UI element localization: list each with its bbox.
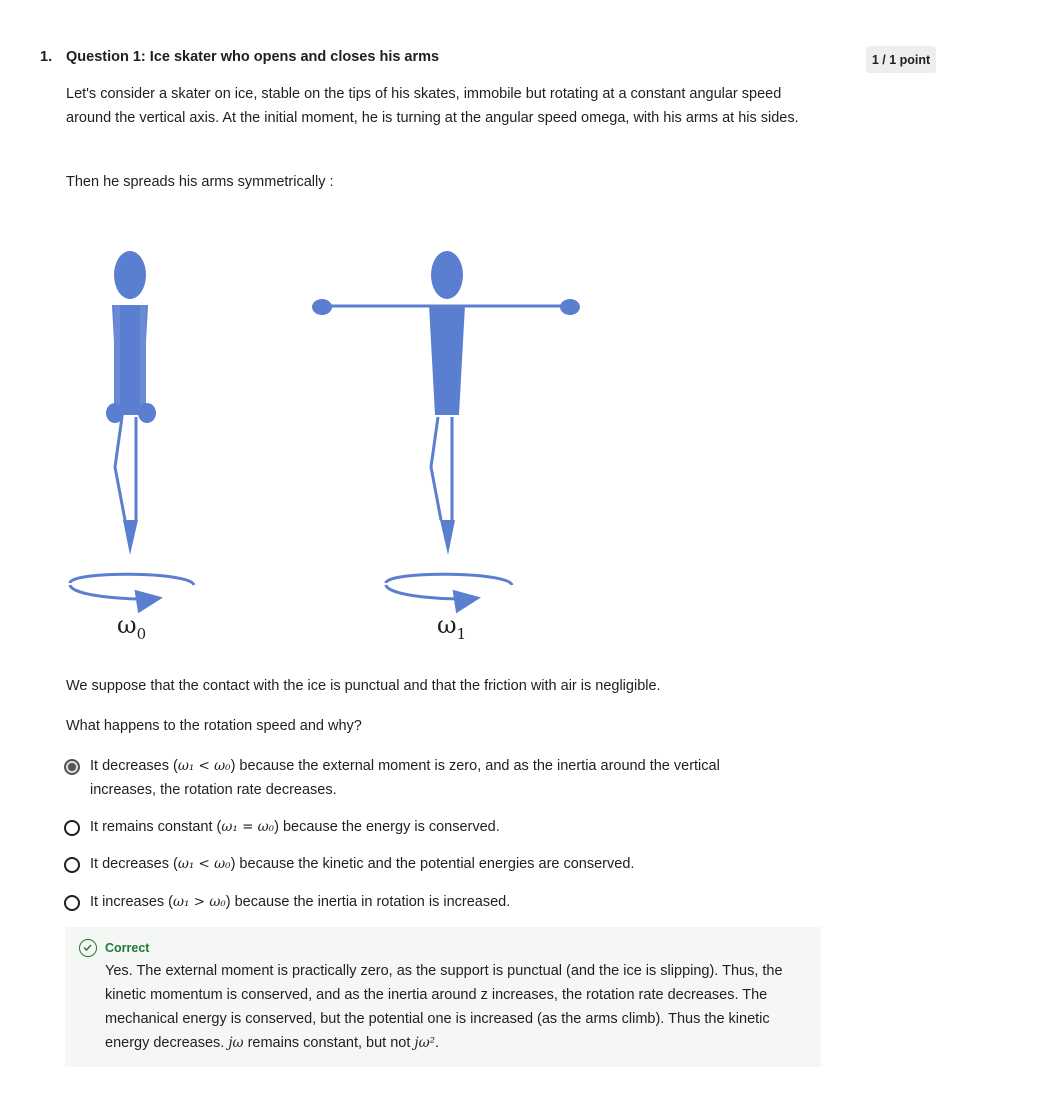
feedback-panel: Correct Yes. The external moment is prac… bbox=[65, 927, 821, 1067]
skater-arms-down bbox=[68, 251, 196, 614]
option-text: It remains constant (ω₁ = ω₀) because th… bbox=[90, 819, 500, 835]
radio-selected[interactable] bbox=[64, 759, 80, 775]
feedback-status: Correct bbox=[105, 941, 150, 955]
option-text: It decreases (ω₁ < ω₀) because the kinet… bbox=[90, 856, 635, 872]
assumption-text: We suppose that the contact with the ice… bbox=[66, 678, 661, 694]
option-text: It increases (ω₁ > ω₀) because the inert… bbox=[90, 894, 511, 910]
question-title: Question 1: Ice skater who opens and clo… bbox=[66, 49, 440, 65]
radio-unselected[interactable] bbox=[64, 857, 80, 873]
option-text: It decreases (ω₁ < ω₀) because the exter… bbox=[90, 758, 720, 798]
feedback-text: Yes. The external moment is practically … bbox=[105, 963, 783, 1051]
omega-0-label: ω0 bbox=[117, 611, 147, 643]
prompt-text: What happens to the rotation speed and w… bbox=[66, 718, 362, 734]
answer-option-1[interactable]: It decreases (ω₁ < ω₀) because the exter… bbox=[64, 757, 770, 802]
radio-unselected[interactable] bbox=[64, 820, 80, 836]
omega-1-label: ω1 bbox=[437, 611, 467, 643]
question-then: Then he spreads his arms symmetrically : bbox=[66, 174, 334, 190]
question-intro: Let's consider a skater on ice, stable o… bbox=[66, 86, 799, 126]
answer-option-2[interactable]: It remains constant (ω₁ = ω₀) because th… bbox=[64, 818, 770, 839]
check-circle-icon bbox=[79, 939, 97, 957]
question-number: 1. bbox=[40, 49, 53, 65]
skater-figure: ω0 ω1 bbox=[60, 235, 590, 655]
answer-option-4[interactable]: It increases (ω₁ > ω₀) because the inert… bbox=[64, 893, 770, 914]
radio-unselected[interactable] bbox=[64, 895, 80, 911]
answer-option-3[interactable]: It decreases (ω₁ < ω₀) because the kinet… bbox=[64, 855, 770, 876]
skater-arms-spread bbox=[312, 251, 580, 614]
skater-illustration bbox=[68, 251, 580, 614]
points-badge: 1 / 1 point bbox=[866, 46, 936, 73]
